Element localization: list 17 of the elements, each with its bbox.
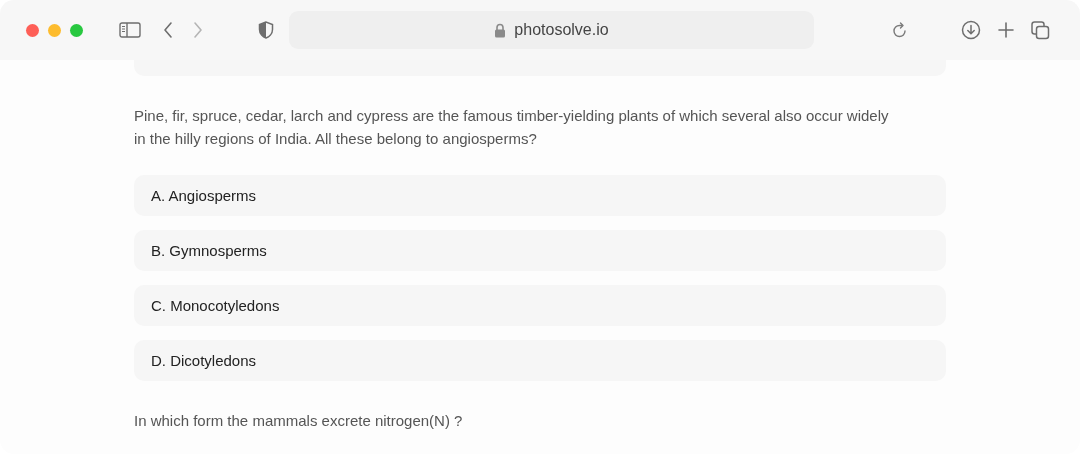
maximize-window-button[interactable] xyxy=(70,23,83,37)
question-text: Pine, fir, spruce, cedar, larch and cypress are the famous timber-yielding plants of which several also occur widely in the hilly regions of India. All these belong to angiosperms? xyxy=(134,106,890,149)
question-text: In which form the mammals excrete nitrogen(N) ? xyxy=(134,411,464,431)
back-icon[interactable] xyxy=(162,21,174,39)
answer-option[interactable]: D. Dicotyledons xyxy=(134,340,946,381)
close-window-button[interactable] xyxy=(26,23,39,37)
tabs-overview-icon[interactable] xyxy=(1031,20,1050,40)
new-tab-icon[interactable] xyxy=(997,21,1015,39)
sidebar-icon[interactable] xyxy=(119,22,141,38)
download-icon[interactable] xyxy=(961,20,981,40)
address-bar[interactable]: photosolve.io xyxy=(289,11,814,49)
answer-option[interactable]: B. Gymnosperms xyxy=(134,230,946,271)
answer-option[interactable]: C. Monocotyledons xyxy=(134,285,946,326)
answer-option[interactable]: A. Angiosperms xyxy=(134,175,946,216)
reload-icon[interactable] xyxy=(892,21,908,39)
shield-icon[interactable] xyxy=(258,21,274,39)
lock-icon xyxy=(494,22,507,38)
